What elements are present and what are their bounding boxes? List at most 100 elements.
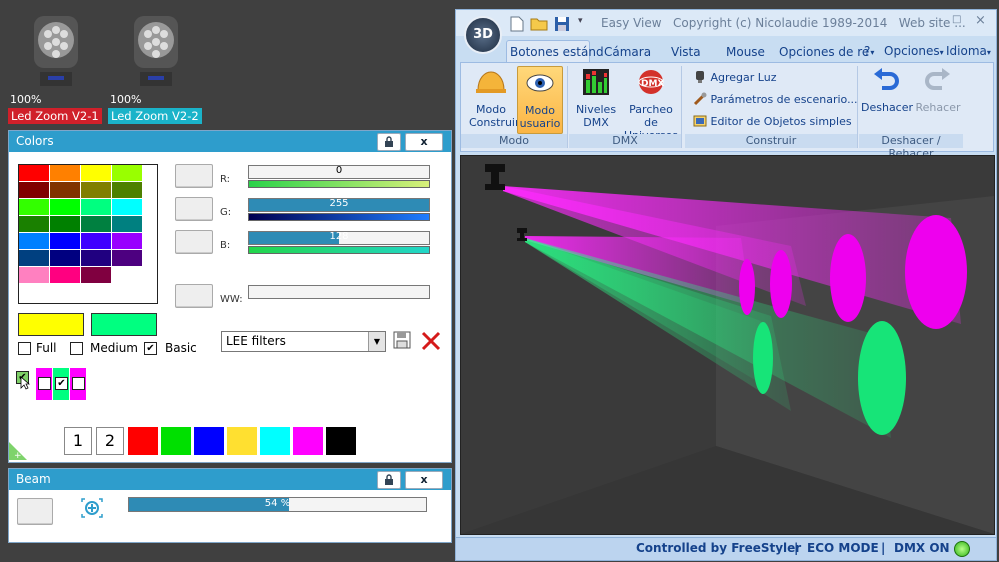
channel-slider[interactable]: 128 xyxy=(248,231,430,245)
item-label: Editor de Objetos simples xyxy=(710,115,852,128)
palette-cell[interactable] xyxy=(19,216,49,232)
editor-objetos-item[interactable]: Editor de Objetos simples xyxy=(693,114,852,128)
palette-cell[interactable] xyxy=(81,233,111,249)
agregar-luz-item[interactable]: Agregar Luz xyxy=(693,70,776,84)
tab-idioma[interactable]: Idioma▾ xyxy=(946,44,991,64)
channel-color-button[interactable] xyxy=(175,197,213,221)
tab-opciones[interactable]: Opciones▾ xyxy=(884,44,944,64)
page-2-button[interactable]: 2 xyxy=(96,427,124,455)
channel-slider[interactable] xyxy=(248,285,430,299)
palette-cell[interactable] xyxy=(112,250,142,266)
3d-viewport[interactable] xyxy=(460,155,995,535)
full-checkbox[interactable] xyxy=(18,342,31,355)
lock-icon[interactable] xyxy=(377,133,401,151)
channel-gradient xyxy=(248,180,430,188)
channel-color-button[interactable] xyxy=(175,230,213,254)
rehacer-button[interactable]: Rehacer xyxy=(913,68,963,118)
beam-preview-button[interactable] xyxy=(17,498,53,525)
modo-usuario-button[interactable]: Modo usuario xyxy=(517,66,563,134)
palette-cell[interactable] xyxy=(112,267,142,283)
close-button[interactable]: x xyxy=(405,133,443,151)
palette-cell[interactable] xyxy=(81,250,111,266)
quick-color-swatch[interactable] xyxy=(227,427,257,455)
parcheo-universos-button[interactable]: DMX Parcheo de Universos xyxy=(621,68,681,142)
page-1-button[interactable]: 1 xyxy=(64,427,92,455)
fixture-label[interactable]: Led Zoom V2-1 xyxy=(8,108,102,124)
add-corner-icon[interactable]: + xyxy=(9,442,27,460)
palette-cell[interactable] xyxy=(81,165,111,181)
mini-swatch-2[interactable]: ✔ xyxy=(53,368,69,400)
delete-icon[interactable] xyxy=(421,331,441,351)
palette-cell[interactable] xyxy=(50,267,80,283)
palette-cell[interactable] xyxy=(81,267,111,283)
floppy-disk-icon[interactable] xyxy=(393,331,411,349)
preview-color-1[interactable] xyxy=(18,313,84,336)
palette-cell[interactable] xyxy=(19,182,49,198)
palette-cell[interactable] xyxy=(50,216,80,232)
tab-botones-estandar[interactable]: Botones estánd xyxy=(506,40,604,63)
palette-cell[interactable] xyxy=(50,250,80,266)
palette-cell[interactable] xyxy=(112,233,142,249)
minimize-button[interactable]: – xyxy=(930,13,936,27)
channel-slider[interactable]: 255 xyxy=(248,198,430,212)
deshacer-button[interactable]: Deshacer xyxy=(861,68,913,118)
palette-cell[interactable] xyxy=(50,182,80,198)
palette-cell[interactable] xyxy=(19,233,49,249)
app-logo[interactable]: 3D xyxy=(464,16,502,54)
quick-color-swatch[interactable] xyxy=(161,427,191,455)
fixture-label[interactable]: Led Zoom V2-2 xyxy=(108,108,202,124)
lock-icon[interactable] xyxy=(377,471,401,489)
quick-color-swatch[interactable] xyxy=(326,427,356,455)
basic-checkbox[interactable]: ✔ xyxy=(144,342,157,355)
parametros-escenario-item[interactable]: Parámetros de escenario... xyxy=(693,92,858,106)
modo-construir-button[interactable]: Modo Construir xyxy=(469,68,520,130)
open-folder-icon[interactable] xyxy=(530,16,548,32)
palette-cell[interactable] xyxy=(19,267,49,283)
item-label: Parámetros de escenario... xyxy=(710,93,858,106)
close-button[interactable]: x xyxy=(405,471,443,489)
save-icon[interactable] xyxy=(554,16,570,32)
group-dmx: Niveles DMX DMX Parcheo de Universos DMX xyxy=(569,66,682,148)
channel-color-button[interactable] xyxy=(175,284,213,308)
mini-swatch-1[interactable] xyxy=(36,368,52,400)
mini-swatch-3[interactable] xyxy=(70,368,86,400)
quick-access-dropdown-icon[interactable]: ▾ xyxy=(578,16,583,26)
beam-progress-bar[interactable]: 54 % xyxy=(128,497,427,512)
fixture-2[interactable]: 100% Led Zoom V2-2 xyxy=(108,0,202,130)
quick-color-swatch[interactable] xyxy=(293,427,323,455)
preview-color-2[interactable] xyxy=(91,313,157,336)
palette-cell[interactable] xyxy=(50,165,80,181)
palette-cell[interactable] xyxy=(19,250,49,266)
palette-cell[interactable] xyxy=(50,233,80,249)
zoom-target-icon[interactable] xyxy=(81,498,103,518)
niveles-dmx-button[interactable]: Niveles DMX xyxy=(573,68,619,130)
mini-checkbox-1[interactable] xyxy=(38,377,51,390)
close-window-button[interactable]: × xyxy=(975,13,986,28)
palette-cell[interactable] xyxy=(81,216,111,232)
color-palette[interactable] xyxy=(19,165,142,287)
palette-cell[interactable] xyxy=(81,199,111,215)
channel-color-button[interactable] xyxy=(175,164,213,188)
new-file-icon[interactable] xyxy=(510,16,524,32)
palette-cell[interactable] xyxy=(112,182,142,198)
palette-cell[interactable] xyxy=(19,165,49,181)
filter-select-value: LEE filters xyxy=(226,334,286,348)
palette-cell[interactable] xyxy=(19,199,49,215)
medium-checkbox[interactable] xyxy=(70,342,83,355)
palette-cell[interactable] xyxy=(112,199,142,215)
palette-cell[interactable] xyxy=(81,182,111,198)
palette-cell[interactable] xyxy=(112,165,142,181)
mini-checkbox-2[interactable]: ✔ xyxy=(55,377,68,390)
chevron-down-icon[interactable]: ▼ xyxy=(368,332,385,351)
palette-cell[interactable] xyxy=(50,199,80,215)
filter-select[interactable]: LEE filters ▼ xyxy=(221,331,386,352)
maximize-button[interactable]: □ xyxy=(952,14,961,25)
palette-cell[interactable] xyxy=(112,216,142,232)
quick-color-swatch[interactable] xyxy=(260,427,290,455)
fixture-1[interactable]: 100% Led Zoom V2-1 xyxy=(8,0,102,130)
channel-slider[interactable]: 0 xyxy=(248,165,430,179)
mini-checkbox-3[interactable] xyxy=(72,377,85,390)
quick-color-swatch[interactable] xyxy=(194,427,224,455)
tab-help[interactable]: ?▾ xyxy=(864,44,874,64)
quick-color-swatch[interactable] xyxy=(128,427,158,455)
